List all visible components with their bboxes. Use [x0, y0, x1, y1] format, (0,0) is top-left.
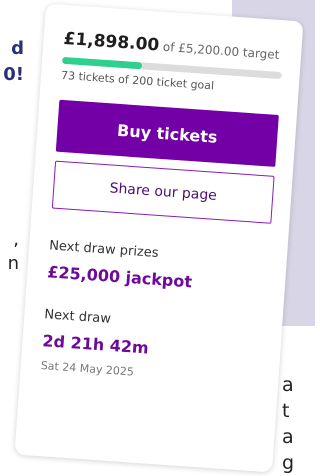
background-right-text: a t a g: [282, 374, 295, 474]
ticket-progress-fill: [61, 56, 143, 70]
background-left-text: , n: [7, 229, 19, 274]
buy-tickets-button[interactable]: Buy tickets: [55, 99, 279, 167]
countdown-timer: 2d 21h 42m: [41, 331, 150, 358]
raised-amount: £1,898.00: [62, 28, 160, 56]
share-page-button[interactable]: Share our page: [51, 160, 275, 224]
background-heading-fragment: d 0!: [3, 38, 24, 85]
fundraising-card: £1,898.00 of £5,200.00 target 73 tickets…: [14, 3, 304, 473]
jackpot-value: £25,000 jackpot: [46, 262, 193, 292]
target-text: of £5,200.00 target: [162, 39, 280, 62]
draw-date: Sat 24 May 2025: [40, 359, 135, 379]
